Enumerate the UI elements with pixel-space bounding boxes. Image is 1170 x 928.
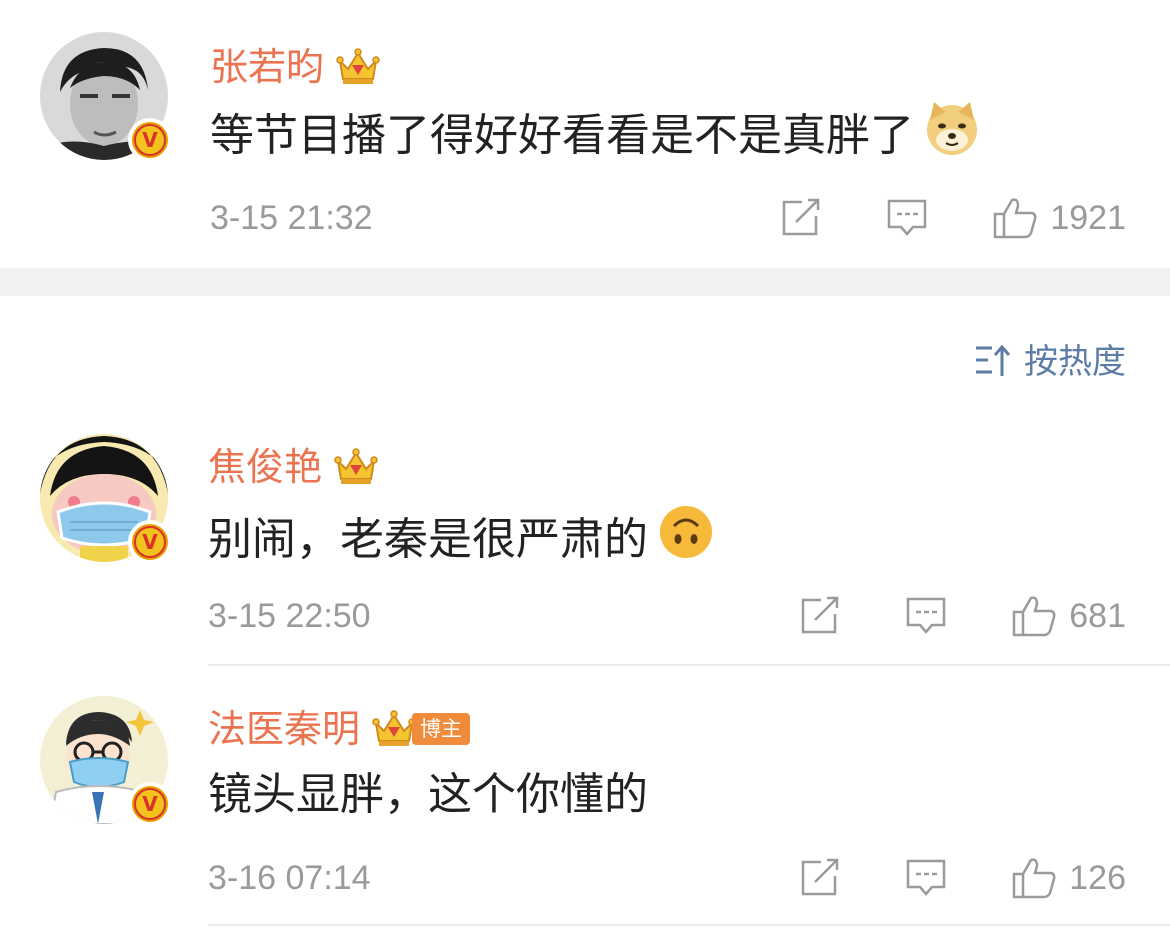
like-icon [1011, 856, 1057, 900]
comment-time: 3-16 07:14 [208, 859, 371, 897]
sort-icon [974, 342, 1014, 382]
like-button[interactable]: 126 [1011, 856, 1126, 900]
comment-icon[interactable] [905, 596, 947, 636]
like-icon [1011, 594, 1057, 638]
verified-icon: V [128, 520, 172, 564]
like-button[interactable]: 1921 [992, 196, 1126, 240]
comment-text: 等节目播了得好好看看是不是真胖了 [210, 109, 914, 161]
comment-divider [208, 664, 1170, 666]
comment-time: 3-15 22:50 [208, 597, 371, 635]
upside-down-face-emoji [658, 504, 714, 575]
comment-icon[interactable] [905, 858, 947, 898]
crown-icon [334, 447, 378, 487]
share-icon[interactable] [799, 858, 841, 898]
crown-icon [336, 47, 380, 87]
comment-divider [208, 924, 1170, 926]
author-name[interactable]: 法医秦明 [208, 704, 360, 754]
like-count: 1921 [1050, 198, 1126, 237]
comment-text: 镜头显胖，这个你懂的 [208, 769, 648, 820]
share-icon[interactable] [780, 198, 822, 238]
blogger-badge: 博主 [412, 713, 471, 745]
crown-icon [372, 709, 416, 749]
like-count: 126 [1069, 858, 1126, 897]
like-count: 681 [1069, 596, 1126, 635]
author-name[interactable]: 张若昀 [210, 42, 324, 92]
share-icon[interactable] [799, 596, 841, 636]
avatar[interactable]: V [40, 32, 172, 162]
comment-icon[interactable] [886, 198, 928, 238]
comment-time: 3-15 21:32 [210, 199, 373, 237]
author-name[interactable]: 焦俊艳 [208, 442, 322, 492]
like-button[interactable]: 681 [1011, 594, 1126, 638]
comment-text: 别闹，老秦是很严肃的 [208, 513, 648, 565]
avatar[interactable]: V [40, 696, 172, 826]
avatar[interactable]: V [40, 434, 172, 564]
like-icon [992, 196, 1038, 240]
doge-emoji [924, 100, 980, 171]
verified-icon: V [128, 782, 172, 826]
section-separator [0, 268, 1170, 296]
sort-label: 按热度 [1024, 342, 1126, 382]
verified-icon: V [128, 118, 172, 162]
sort-button[interactable]: 按热度 [974, 340, 1126, 384]
